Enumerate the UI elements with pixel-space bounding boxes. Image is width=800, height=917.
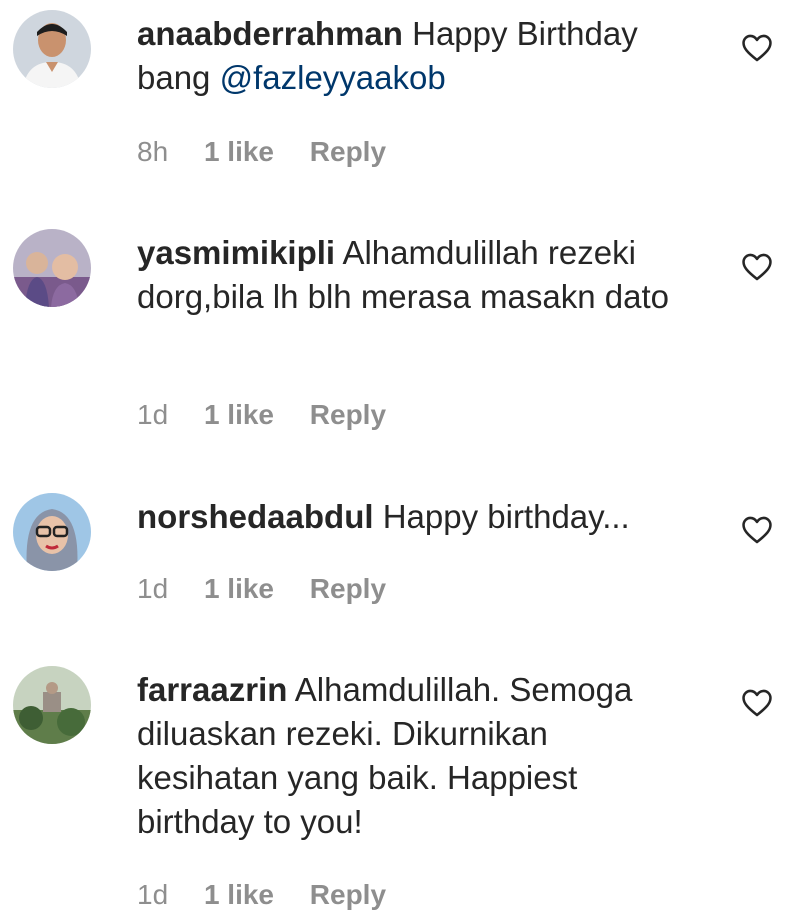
avatar-children-photo-icon [13,229,91,307]
timestamp: 8h [137,136,169,167]
reply-button[interactable]: Reply [310,879,386,911]
username-link[interactable]: farraazrin [137,671,287,708]
reply-button[interactable]: Reply [310,136,386,168]
timestamp: 1d [137,879,169,910]
heart-icon[interactable] [740,31,774,65]
comment-body: Happy birthday... [382,498,630,535]
reply-button[interactable]: Reply [310,573,386,605]
reply-button[interactable]: Reply [310,399,386,431]
heart-icon[interactable] [740,686,774,720]
avatar[interactable] [13,229,91,307]
like-count-button[interactable]: 1 like [204,573,274,605]
comment-meta: 1d 1 like Reply [137,879,414,911]
avatar-woman-hijab-icon [13,493,91,571]
like-count-button[interactable]: 1 like [204,399,274,431]
username-link[interactable]: yasmimikipli [137,234,335,271]
avatar-man-portrait-icon [13,10,91,88]
timestamp: 1d [137,573,169,604]
comment-item: farraazrin Alhamdulillah. Semoga diluask… [0,640,800,917]
comment-text: farraazrin Alhamdulillah. Semoga diluask… [137,668,697,844]
avatar[interactable] [13,666,91,744]
comment-item: yasmimikipli Alhamdulillah rezeki dorg,b… [0,200,800,460]
timestamp: 1d [137,399,169,430]
avatar[interactable] [13,493,91,571]
comment-meta: 8h 1 like Reply [137,136,414,168]
comment-text: yasmimikipli Alhamdulillah rezeki dorg,b… [137,231,697,319]
heart-icon[interactable] [740,250,774,284]
comment-item: norshedaabdul Happy birthday... 1d 1 lik… [0,460,800,640]
avatar[interactable] [13,10,91,88]
mention-link[interactable]: @fazleyyaakob [220,59,446,96]
like-count-button[interactable]: 1 like [204,879,274,911]
heart-icon[interactable] [740,513,774,547]
comment-meta: 1d 1 like Reply [137,399,414,431]
comment-meta: 1d 1 like Reply [137,573,414,605]
like-count-button[interactable]: 1 like [204,136,274,168]
comment-text: norshedaabdul Happy birthday... [137,495,697,539]
username-link[interactable]: norshedaabdul [137,498,374,535]
avatar-outdoor-photo-icon [13,666,91,744]
comment-item: anaabderrahman Happy Birthday bang @fazl… [0,0,800,200]
username-link[interactable]: anaabderrahman [137,15,403,52]
comment-text: anaabderrahman Happy Birthday bang @fazl… [137,12,697,100]
